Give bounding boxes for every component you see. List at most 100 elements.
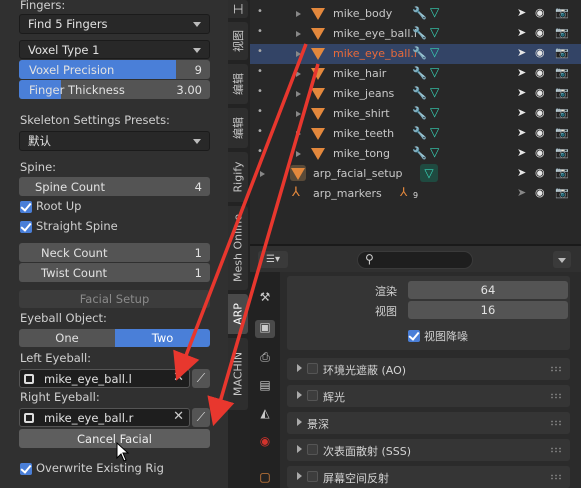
cancel-facial-button[interactable]: Cancel Facial: [19, 429, 210, 448]
properties-search-input[interactable]: ⚲: [357, 251, 473, 269]
select-cursor-icon[interactable]: ➤: [517, 86, 526, 99]
right-eyeball-field[interactable]: mike_eye_ball.r ✕: [19, 408, 190, 427]
object-name[interactable]: mike_tong: [333, 147, 390, 160]
wrench-icon[interactable]: 🔧: [412, 6, 427, 20]
material-icon[interactable]: ▽: [430, 85, 439, 99]
select-cursor-icon[interactable]: ➤: [517, 106, 526, 119]
drag-handle-icon[interactable]: [550, 420, 562, 426]
view-layer-tab-icon[interactable]: ▤: [255, 378, 275, 396]
camera-icon[interactable]: 📷: [555, 26, 569, 39]
eye-icon[interactable]: ◉: [535, 66, 545, 79]
straight-spine-checkbox[interactable]: [20, 221, 32, 233]
property-section[interactable]: 辉光: [287, 385, 570, 407]
clear-icon[interactable]: ✕: [173, 409, 184, 424]
outliner-row[interactable]: • mike_body 🔧 ▽ ➤ ◉ 📷: [250, 4, 581, 24]
facial-setup-button[interactable]: Facial Setup: [19, 290, 210, 308]
eyedropper-button[interactable]: ⟋: [192, 408, 210, 427]
camera-icon[interactable]: 📷: [555, 6, 569, 19]
select-cursor-icon[interactable]: ➤: [517, 166, 526, 179]
drag-handle-icon[interactable]: [550, 393, 562, 399]
eyeball-two-option[interactable]: Two: [115, 329, 210, 347]
eye-icon[interactable]: ◉: [535, 106, 545, 119]
skeleton-presets-dropdown[interactable]: 默认: [19, 131, 210, 151]
wrench-icon[interactable]: 🔧: [412, 86, 427, 100]
tab-arp[interactable]: ARP: [228, 294, 248, 334]
scene-tab-icon[interactable]: ◭: [255, 406, 275, 424]
voxel-type-dropdown[interactable]: Voxel Type 1: [19, 40, 210, 59]
expand-arrow-icon[interactable]: [296, 151, 301, 157]
outliner-row[interactable]: • mike_shirt 🔧 ▽ ➤ ◉ 📷: [250, 104, 581, 124]
twist-count-field[interactable]: Twist Count 1: [19, 263, 210, 282]
object-name[interactable]: mike_hair: [333, 67, 386, 80]
object-name[interactable]: mike_eye_ball.l: [333, 27, 417, 40]
section-enable-checkbox[interactable]: [307, 363, 318, 374]
clear-icon[interactable]: ✕: [173, 370, 184, 385]
options-dropdown[interactable]: [553, 251, 571, 268]
material-icon[interactable]: ▽: [430, 145, 439, 159]
object-name[interactable]: arp_markers: [313, 187, 382, 200]
section-enable-checkbox[interactable]: [307, 444, 318, 455]
material-icon[interactable]: ▽: [430, 45, 439, 59]
select-cursor-icon[interactable]: ➤: [517, 26, 526, 39]
camera-icon[interactable]: 📷: [555, 46, 569, 59]
section-enable-checkbox[interactable]: [307, 390, 318, 401]
expand-arrow-icon[interactable]: [296, 111, 301, 117]
neck-count-field[interactable]: Neck Count 1: [19, 243, 210, 262]
object-name[interactable]: mike_jeans: [333, 87, 394, 100]
eye-icon[interactable]: ◉: [535, 126, 545, 139]
camera-icon[interactable]: 📷: [555, 126, 569, 139]
property-section[interactable]: 次表面散射 (SSS): [287, 439, 570, 461]
outliner-row[interactable]: • mike_eye_ball.l 🔧 ▽ ➤ ◉ 📷: [250, 24, 581, 44]
expand-arrow-icon[interactable]: [296, 11, 301, 17]
world-tab-icon[interactable]: ◉: [255, 434, 275, 452]
object-name[interactable]: mike_eye_ball.r: [333, 47, 418, 60]
object-name[interactable]: mike_shirt: [333, 107, 390, 120]
render-tab-icon[interactable]: ▣: [255, 320, 275, 338]
eye-icon[interactable]: ◉: [535, 26, 545, 39]
tool-tab-icon[interactable]: ⚒: [255, 290, 275, 308]
wrench-icon[interactable]: 🔧: [412, 126, 427, 140]
eye-icon[interactable]: ◉: [535, 46, 545, 59]
eye-icon[interactable]: ◉: [535, 86, 545, 99]
tab-view[interactable]: 视图: [228, 22, 248, 60]
render-samples-field[interactable]: 64: [408, 281, 568, 299]
outliner-row[interactable]: • mike_jeans 🔧 ▽ ➤ ◉ 📷: [250, 84, 581, 104]
spine-count-field[interactable]: Spine Count 4: [19, 177, 210, 196]
wrench-icon[interactable]: 🔧: [412, 106, 427, 120]
camera-icon[interactable]: 📷: [555, 66, 569, 79]
wrench-icon[interactable]: 🔧: [412, 146, 427, 160]
property-section[interactable]: 景深: [287, 412, 570, 434]
fingers-dropdown[interactable]: Find 5 Fingers: [19, 14, 210, 34]
expand-arrow-icon[interactable]: [296, 131, 301, 137]
material-icon[interactable]: ▽: [430, 105, 439, 119]
material-icon[interactable]: ▽: [430, 65, 439, 79]
property-section[interactable]: 屏幕空间反射: [287, 466, 570, 488]
outliner-row-facial-setup[interactable]: arp_facial_setup ▽ ➤ ◉ 📷: [250, 164, 581, 184]
camera-icon[interactable]: 📷: [555, 166, 569, 179]
eyeball-one-option[interactable]: One: [19, 329, 115, 347]
select-cursor-icon[interactable]: ➤: [517, 186, 526, 199]
expand-arrow-icon[interactable]: [296, 31, 301, 37]
outliner-row[interactable]: • mike_hair 🔧 ▽ ➤ ◉ 📷: [250, 64, 581, 84]
material-icon[interactable]: ▽: [430, 5, 439, 19]
viewport-denoise-checkbox[interactable]: [408, 330, 420, 342]
camera-icon[interactable]: 📷: [555, 86, 569, 99]
select-cursor-icon[interactable]: ➤: [517, 66, 526, 79]
tab-edit[interactable]: 编辑: [228, 64, 248, 104]
camera-icon[interactable]: 📷: [555, 186, 569, 199]
tab-edit-2[interactable]: 编辑: [228, 108, 248, 148]
tab-rigify[interactable]: Rigify: [228, 152, 248, 202]
overwrite-rig-checkbox[interactable]: [20, 463, 32, 475]
expand-arrow-icon[interactable]: [260, 171, 265, 177]
left-eyeball-field[interactable]: mike_eye_ball.l ✕: [19, 369, 190, 388]
object-name[interactable]: mike_body: [333, 7, 392, 20]
material-icon[interactable]: ▽: [430, 125, 439, 139]
object-name[interactable]: arp_facial_setup: [313, 167, 403, 180]
select-cursor-icon[interactable]: ➤: [517, 146, 526, 159]
tab-machin[interactable]: MACHIN: [228, 338, 248, 410]
editor-type-button[interactable]: ☰▾: [258, 251, 288, 268]
viewport-samples-field[interactable]: 16: [408, 301, 568, 319]
root-up-checkbox[interactable]: [20, 201, 32, 213]
camera-icon[interactable]: 📷: [555, 106, 569, 119]
wrench-icon[interactable]: 🔧: [412, 26, 427, 40]
